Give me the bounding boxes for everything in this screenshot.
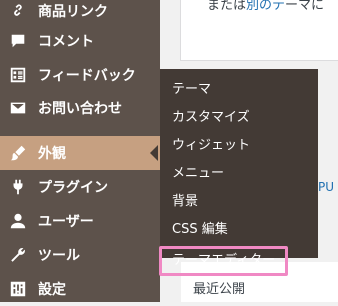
sidebar-item-label: コメント xyxy=(38,34,94,50)
submenu-item-customize[interactable]: カスタマイズ xyxy=(160,104,318,132)
top-text-suffix: ーマに xyxy=(285,0,325,13)
submenu-item-menus[interactable]: メニュー xyxy=(160,160,318,188)
content-card: または別のテーマに xyxy=(180,0,338,61)
sidebar-item-contact[interactable]: お問い合わせ xyxy=(0,91,160,125)
appearance-submenu: テーマ カスタマイズ ウィジェット メニュー 背景 CSS 編集 テーマエディタ… xyxy=(159,69,318,276)
sidebar-item-label: 外観 xyxy=(38,146,66,162)
sidebar-item-label: お問い合わせ xyxy=(38,101,122,117)
sidebar-item-label: プラグイン xyxy=(38,180,108,196)
active-menu-arrow xyxy=(150,145,158,161)
feedback-icon xyxy=(8,65,28,85)
sidebar-item-appearance[interactable]: 外観 xyxy=(0,136,160,170)
sidebar-item-settings[interactable]: 設定 xyxy=(0,272,160,306)
submenu-item-themes[interactable]: テーマ xyxy=(160,76,318,104)
sidebar-item-tools[interactable]: ツール xyxy=(0,238,160,272)
appearance-brush-icon xyxy=(8,143,28,163)
top-text: または別のテーマに xyxy=(207,0,324,13)
sidebar-item-users[interactable]: ユーザー xyxy=(0,204,160,238)
sidebar-item-feedback[interactable]: フィードバック xyxy=(0,58,160,92)
submenu-item-background[interactable]: 背景 xyxy=(160,188,318,216)
comment-icon xyxy=(8,31,28,51)
partial-link-text[interactable]: PU xyxy=(318,180,334,194)
sidebar-item-label: フィードバック xyxy=(38,68,136,84)
link-icon xyxy=(8,1,28,21)
mail-icon xyxy=(8,98,28,118)
sidebar-item-plugins[interactable]: プラグイン xyxy=(0,170,160,204)
top-text-prefix: または xyxy=(207,0,247,13)
submenu-item-css-edit[interactable]: CSS 編集 xyxy=(160,216,318,244)
settings-icon xyxy=(8,279,28,299)
sidebar-item-label: 設定 xyxy=(38,282,66,298)
user-icon xyxy=(8,211,28,231)
sidebar-item-label: ユーザー xyxy=(38,214,94,230)
wrench-icon xyxy=(8,245,28,265)
partial-status-text: 最近公開 xyxy=(193,282,246,297)
sidebar-item-comments[interactable]: コメント xyxy=(0,24,160,58)
admin-sidebar: 商品リンク コメント フィードバック お問い合わせ 外観 プラグイン ユーザー … xyxy=(0,0,160,302)
submenu-item-theme-editor[interactable]: テーマエディター xyxy=(159,246,288,276)
submenu-item-widgets[interactable]: ウィジェット xyxy=(160,132,318,160)
plugin-icon xyxy=(8,177,28,197)
sidebar-item-label: 商品リンク xyxy=(38,4,108,20)
top-text-link[interactable]: 別のテ xyxy=(246,0,285,13)
sidebar-item-label: ツール xyxy=(38,248,80,264)
